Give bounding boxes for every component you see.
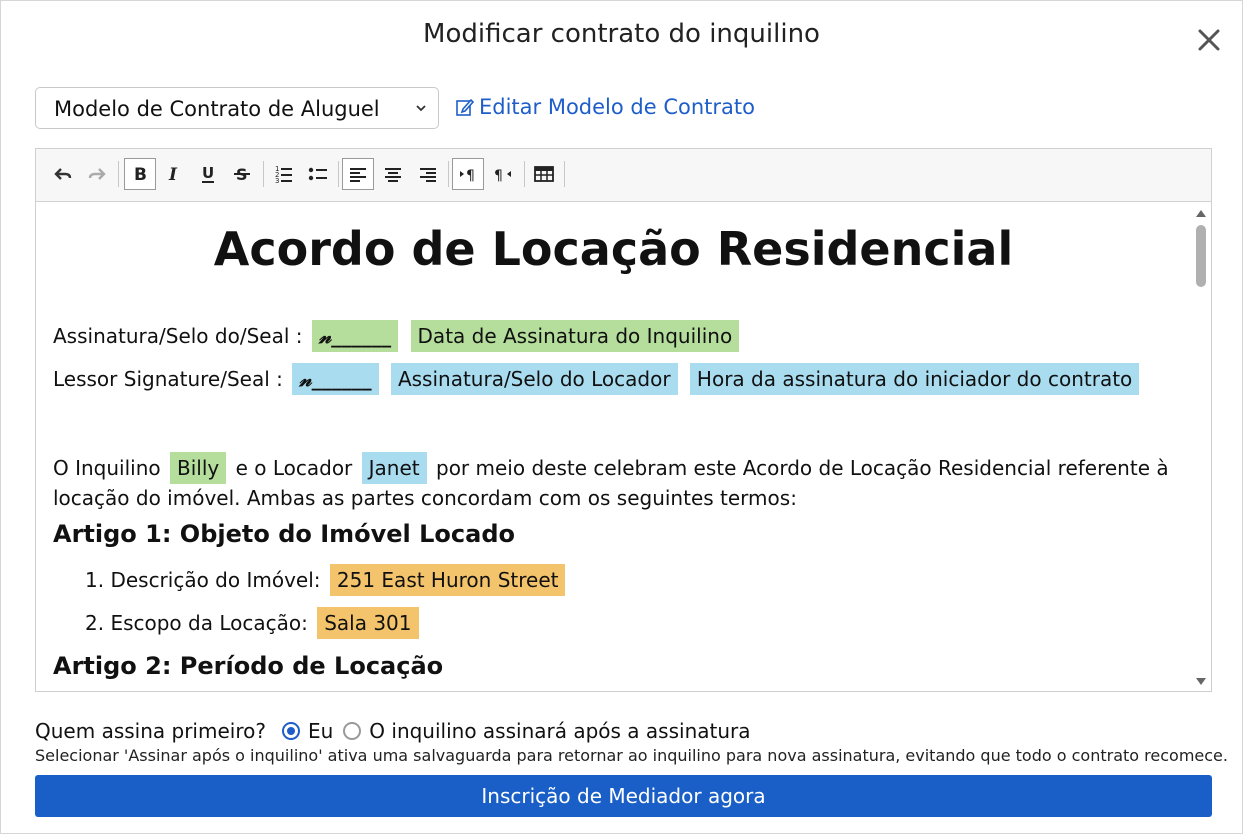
rtl-icon[interactable]: ¶ xyxy=(487,158,519,190)
toolbar-divider xyxy=(448,161,449,187)
intro-paragraph: O Inquilino Billy e o Locador Janet por … xyxy=(53,452,1171,512)
svg-text:I: I xyxy=(168,165,178,185)
chevron-down-icon xyxy=(416,105,426,112)
modify-contract-dialog: Modificar contrato do inquilino Modelo d… xyxy=(0,0,1243,834)
toolbar-divider xyxy=(564,161,565,187)
strikethrough-icon[interactable]: S xyxy=(226,158,258,190)
ordered-list-icon[interactable]: 123 xyxy=(268,158,300,190)
signing-order-row: Quem assina primeiro? Eu O inquilino ass… xyxy=(35,719,751,743)
toolbar-divider xyxy=(118,161,119,187)
tenant-signature-line: Assinatura/Selo do/Seal : 𝓃______ Data d… xyxy=(53,320,742,352)
scroll-down-icon[interactable] xyxy=(1195,677,1207,687)
italic-icon[interactable]: I xyxy=(157,158,189,190)
redo-icon[interactable] xyxy=(81,158,113,190)
article-1-heading: Artigo 1: Objeto do Imóvel Locado xyxy=(53,520,516,548)
property-description-label: 1. Descrição do Imóvel: xyxy=(85,568,321,592)
tenant-name-field[interactable]: Billy xyxy=(170,452,227,484)
initiator-time-field[interactable]: Hora da assinatura do iniciador do contr… xyxy=(689,363,1140,395)
lessor-signature-field[interactable]: 𝓃______ xyxy=(292,363,379,395)
tenant-signature-field[interactable]: 𝓃______ xyxy=(311,320,399,352)
lessor-signature-line: Lessor Signature/Seal : 𝓃______ Assinatu… xyxy=(53,363,1142,395)
dialog-title: Modificar contrato do inquilino xyxy=(423,19,820,49)
property-description-field[interactable]: 251 East Huron Street xyxy=(329,564,566,596)
rich-text-editor: B I U S 123 ¶ ¶ Acordo de Locação Reside… xyxy=(35,148,1212,692)
mediator-signup-button[interactable]: Inscrição de Mediador agora xyxy=(35,775,1212,817)
align-center-icon[interactable] xyxy=(377,158,409,190)
svg-text:B: B xyxy=(134,165,147,185)
radio-tenant-after[interactable] xyxy=(343,722,362,740)
edit-template-link[interactable]: Editar Modelo de Contrato xyxy=(455,95,755,119)
template-select[interactable]: Modelo de Contrato de Aluguel xyxy=(35,87,439,129)
editor-toolbar: B I U S 123 ¶ ¶ xyxy=(36,149,1211,202)
edit-icon xyxy=(456,98,475,116)
scroll-up-icon[interactable] xyxy=(1195,208,1207,218)
table-icon[interactable] xyxy=(528,158,560,190)
radio-tenant-after-label[interactable]: O inquilino assinará após a assinatura xyxy=(369,719,750,743)
lessor-seal-field[interactable]: Assinatura/Selo do Locador xyxy=(390,363,678,395)
align-right-icon[interactable] xyxy=(412,158,444,190)
scrollbar[interactable] xyxy=(1191,202,1211,691)
intro-text-1: O Inquilino xyxy=(53,456,161,480)
list-item: 2. Escopo da Locação: Sala 301 xyxy=(85,607,422,639)
intro-text-2: e o Locador xyxy=(235,456,353,480)
lease-scope-label: 2. Escopo da Locação: xyxy=(85,611,308,635)
template-select-value: Modelo de Contrato de Aluguel xyxy=(54,97,380,121)
bold-icon[interactable]: B xyxy=(124,158,156,190)
tenant-signature-label: Assinatura/Selo do/Seal : xyxy=(53,324,303,348)
lessor-signature-label: Lessor Signature/Seal : xyxy=(53,367,283,391)
radio-me[interactable] xyxy=(281,722,300,740)
close-icon[interactable] xyxy=(1192,23,1226,57)
tenant-date-field[interactable]: Data de Assinatura do Inquilino xyxy=(410,320,740,352)
svg-text:¶: ¶ xyxy=(466,168,475,184)
scrollbar-thumb[interactable] xyxy=(1196,225,1206,287)
align-left-icon[interactable] xyxy=(342,158,374,190)
svg-text:¶: ¶ xyxy=(494,168,503,184)
edit-template-label: Editar Modelo de Contrato xyxy=(479,95,755,119)
radio-me-label[interactable]: Eu xyxy=(308,719,333,743)
toolbar-divider xyxy=(524,161,525,187)
signing-hint: Selecionar 'Assinar após o inquilino' at… xyxy=(35,746,1228,765)
svg-text:U: U xyxy=(202,164,214,182)
bullet-list-icon[interactable] xyxy=(302,158,334,190)
undo-icon[interactable] xyxy=(47,158,79,190)
toolbar-divider xyxy=(263,161,264,187)
document-body[interactable]: Acordo de Locação Residencial Assinatura… xyxy=(36,202,1211,691)
document-title: Acordo de Locação Residencial xyxy=(213,222,1014,276)
underline-icon[interactable]: U xyxy=(192,158,224,190)
lease-scope-field[interactable]: Sala 301 xyxy=(317,607,419,639)
toolbar-divider xyxy=(338,161,339,187)
signing-order-question: Quem assina primeiro? xyxy=(35,719,266,743)
ltr-icon[interactable]: ¶ xyxy=(452,158,484,190)
article-2-heading: Artigo 2: Período de Locação xyxy=(53,652,444,680)
lessor-name-field[interactable]: Janet xyxy=(361,452,427,484)
list-item: 1. Descrição do Imóvel: 251 East Huron S… xyxy=(85,564,568,596)
svg-text:3: 3 xyxy=(275,177,279,185)
